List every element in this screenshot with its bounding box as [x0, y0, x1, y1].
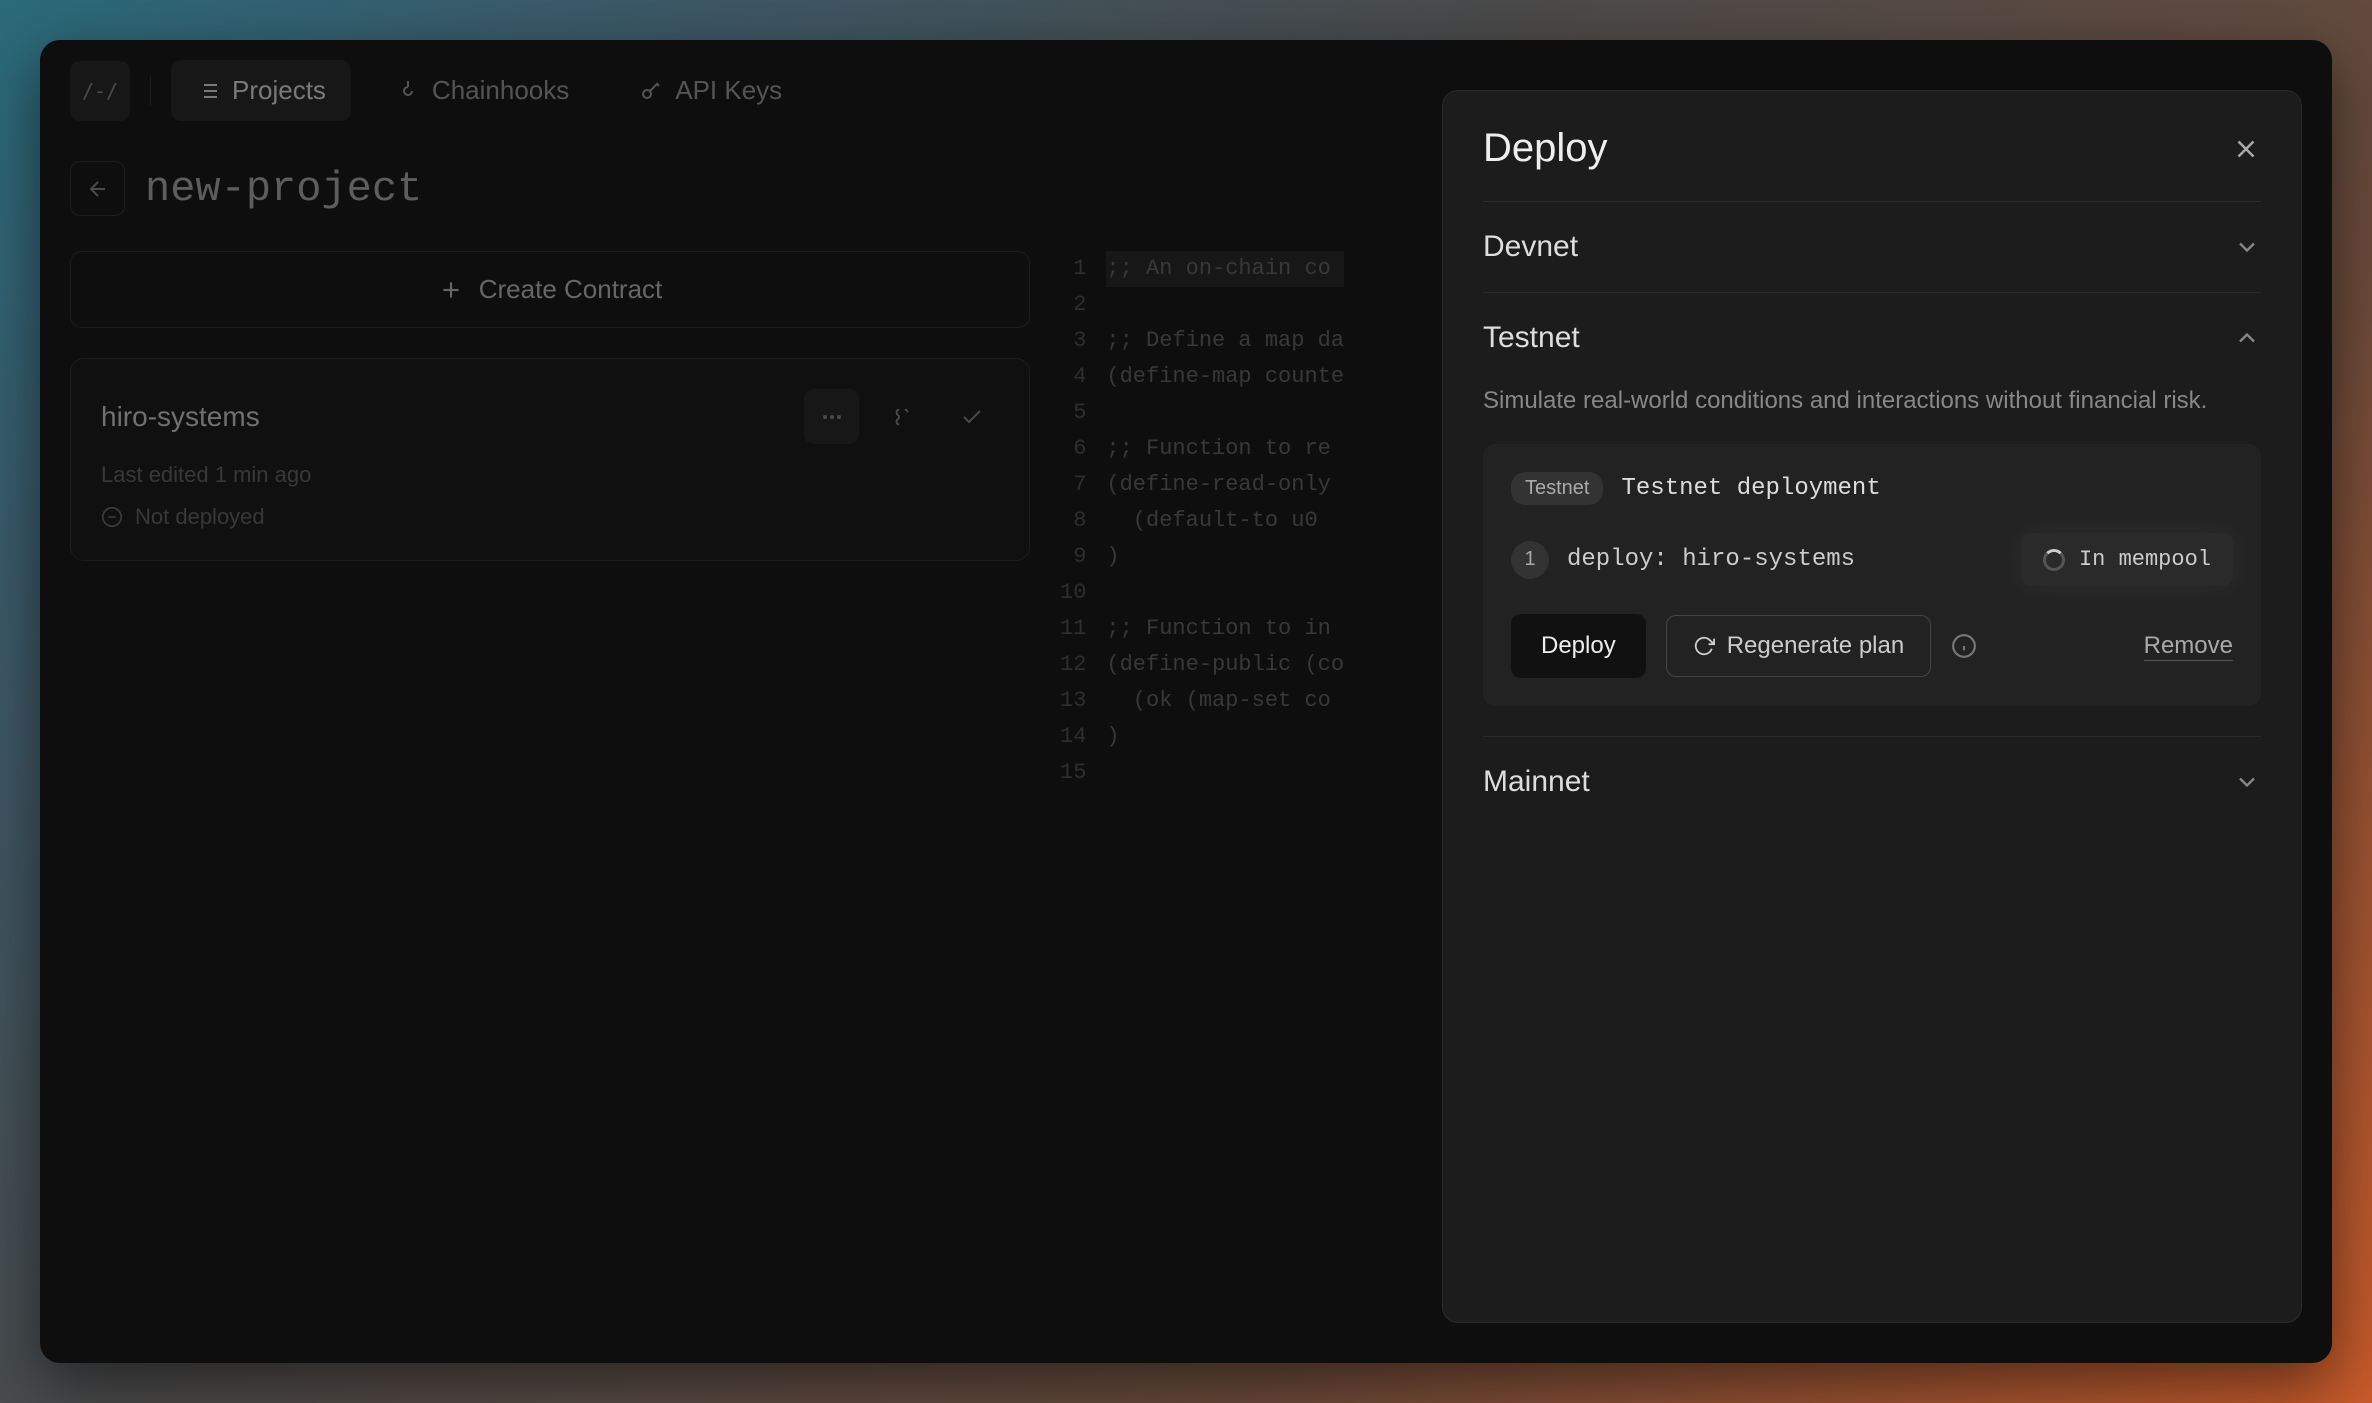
- deploy-panel: Deploy Devnet Testnet Simulate real-worl…: [1442, 90, 2302, 1323]
- section-title: Mainnet: [1483, 765, 1590, 799]
- section-devnet: Devnet: [1483, 202, 2261, 293]
- card-actions: Deploy Regenerate plan Remove: [1511, 614, 2233, 678]
- section-mainnet: Mainnet: [1483, 737, 2261, 827]
- deploy-step: 1 deploy: hiro-systems In mempool: [1511, 533, 2233, 586]
- refresh-icon: [1693, 635, 1715, 657]
- section-testnet: Testnet Simulate real-world conditions a…: [1483, 293, 2261, 737]
- app-window: /-/ Projects Chainhooks API Keys new-pro…: [40, 40, 2332, 1363]
- deployment-card: Testnet Testnet deployment 1 deploy: hir…: [1483, 444, 2261, 706]
- section-title: Testnet: [1483, 321, 1580, 355]
- network-badge: Testnet: [1511, 472, 1603, 505]
- chevron-down-icon: [2233, 768, 2261, 796]
- card-title: Testnet deployment: [1621, 475, 1880, 502]
- step-number: 1: [1511, 541, 1549, 579]
- mempool-label: In mempool: [2079, 547, 2211, 572]
- spinner-icon: [2043, 549, 2065, 571]
- mempool-status: In mempool: [2021, 533, 2233, 586]
- deploy-header: Deploy: [1483, 126, 2261, 202]
- section-title: Devnet: [1483, 230, 1578, 264]
- chevron-up-icon: [2233, 324, 2261, 352]
- regenerate-button[interactable]: Regenerate plan: [1666, 615, 1931, 677]
- section-testnet-header[interactable]: Testnet: [1483, 293, 2261, 383]
- card-header: Testnet Testnet deployment: [1511, 472, 2233, 505]
- chevron-down-icon: [2233, 233, 2261, 261]
- close-icon[interactable]: [2231, 134, 2261, 164]
- regen-label: Regenerate plan: [1727, 632, 1904, 660]
- deploy-title: Deploy: [1483, 126, 1608, 171]
- deploy-button[interactable]: Deploy: [1511, 614, 1646, 678]
- remove-link[interactable]: Remove: [2144, 632, 2233, 661]
- info-icon[interactable]: [1951, 633, 1977, 659]
- step-text: deploy: hiro-systems: [1567, 546, 1855, 573]
- section-description: Simulate real-world conditions and inter…: [1483, 383, 2261, 444]
- section-mainnet-header[interactable]: Mainnet: [1483, 737, 2261, 827]
- section-devnet-header[interactable]: Devnet: [1483, 202, 2261, 292]
